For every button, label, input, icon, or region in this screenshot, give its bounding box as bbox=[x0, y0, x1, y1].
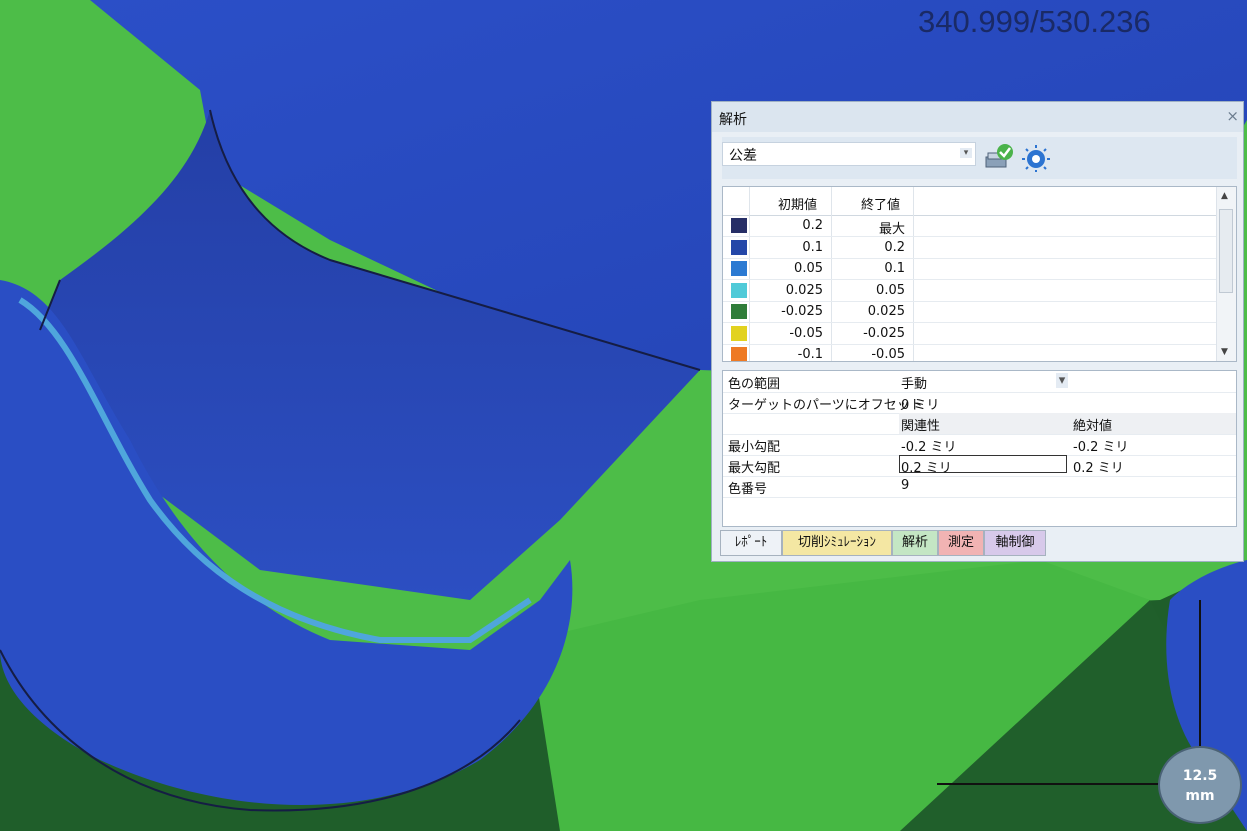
table-scrollbar[interactable]: ▲ ▼ bbox=[1216, 187, 1236, 361]
start-value: -0.025 bbox=[781, 304, 823, 319]
table-row[interactable]: 0.05 0.1 bbox=[723, 258, 1217, 280]
end-value: 0.2 bbox=[884, 239, 905, 255]
col-header-end[interactable]: 終了値 bbox=[861, 194, 900, 213]
chevron-down-icon[interactable]: ▾ bbox=[1056, 373, 1068, 388]
tab-1[interactable]: 切削ｼﾐｭﾚｰｼｮﾝ bbox=[782, 530, 892, 556]
start-value: 0.05 bbox=[794, 261, 823, 276]
prop-label: 色の範囲 bbox=[728, 377, 781, 392]
prop-offset[interactable]: ターゲットのパーツにオフセット 0 ミリ bbox=[723, 392, 1236, 414]
prop-max-gradient[interactable]: 最大勾配 0.2 ミリ 0.2 ミリ bbox=[723, 455, 1236, 477]
table-row[interactable]: -0.05 -0.025 bbox=[723, 323, 1217, 345]
abs-header: 絶対値 bbox=[1073, 419, 1113, 434]
analysis-type-select[interactable]: 公差 ▾ bbox=[722, 142, 976, 166]
max-abs-value: 0.2 ミリ bbox=[1073, 461, 1124, 476]
prop-color-count[interactable]: 色番号 9 bbox=[723, 476, 1236, 498]
max-rel-value[interactable]: 0.2 ミリ bbox=[901, 457, 952, 476]
color-swatch[interactable] bbox=[731, 304, 747, 319]
end-value: -0.05 bbox=[871, 347, 905, 362]
check-stack-icon[interactable] bbox=[984, 143, 1014, 171]
min-abs-value: -0.2 ミリ bbox=[1073, 440, 1129, 455]
table-row[interactable]: 0.025 0.05 bbox=[723, 280, 1217, 302]
scale-value: 12.5 bbox=[1182, 768, 1218, 784]
tab-2[interactable]: 解析 bbox=[892, 530, 938, 556]
rel-header: 関連性 bbox=[901, 419, 941, 434]
coordinate-readout: 340.999/530.236 bbox=[918, 4, 1151, 39]
scroll-up-icon[interactable]: ▲ bbox=[1221, 191, 1228, 201]
color-swatch[interactable] bbox=[731, 325, 747, 341]
chevron-down-icon[interactable]: ▾ bbox=[960, 148, 972, 158]
min-rel-field[interactable]: -0.2 ミリ bbox=[901, 436, 957, 455]
start-value: 0.2 bbox=[802, 218, 823, 233]
tab-3[interactable]: 測定 bbox=[938, 530, 984, 556]
prop-color-range[interactable]: 色の範囲 手動 ▾ bbox=[723, 371, 1236, 393]
end-value: 0.05 bbox=[876, 282, 905, 298]
start-value: 0.025 bbox=[785, 282, 823, 298]
start-value: -0.1 bbox=[797, 347, 823, 362]
col-header-start[interactable]: 初期値 bbox=[778, 194, 817, 213]
scale-unit: mm bbox=[1185, 788, 1215, 804]
scale-bar-vertical bbox=[1199, 600, 1201, 760]
start-value: 0.1 bbox=[802, 239, 823, 255]
end-value: 最大 bbox=[878, 222, 905, 237]
color-swatch[interactable] bbox=[731, 347, 747, 361]
end-value: 0.025 bbox=[867, 304, 905, 319]
offset-field[interactable]: 0 ミリ bbox=[901, 394, 939, 413]
color-count-field[interactable]: 9 bbox=[901, 478, 909, 493]
scale-badge: 12.5 mm bbox=[1158, 746, 1242, 824]
tab-0[interactable]: ﾚﾎﾟｰﾄ bbox=[720, 530, 782, 556]
prop-label: ターゲットのパーツにオフセット bbox=[728, 398, 923, 413]
dial-gauge-icon[interactable] bbox=[1021, 144, 1051, 172]
table-row[interactable]: -0.1 -0.05 bbox=[723, 344, 1217, 362]
scroll-thumb[interactable] bbox=[1219, 209, 1233, 293]
panel-title: 解析 bbox=[719, 112, 747, 128]
tab-4[interactable]: 軸制御 bbox=[984, 530, 1046, 556]
prop-label: 色番号 bbox=[728, 482, 768, 497]
color-swatch[interactable] bbox=[731, 218, 747, 233]
end-value: -0.025 bbox=[863, 325, 905, 341]
table-header: 初期値 終了値 bbox=[723, 187, 1217, 216]
scale-bar bbox=[937, 783, 1169, 785]
prop-label: 最大勾配 bbox=[728, 461, 781, 476]
table-row[interactable]: 0.1 0.2 bbox=[723, 237, 1217, 259]
analysis-type-value: 公差 bbox=[729, 148, 757, 164]
analysis-panel: 解析 × 公差 ▾ 初期値 終了値 0.2 最大 0.1 0.2 0.05 0.1 0.02… bbox=[711, 101, 1244, 562]
color-swatch[interactable] bbox=[731, 282, 747, 298]
close-icon[interactable]: × bbox=[1226, 107, 1239, 125]
color-swatch[interactable] bbox=[731, 239, 747, 255]
end-value: 0.1 bbox=[884, 261, 905, 276]
table-row[interactable]: -0.025 0.025 bbox=[723, 301, 1217, 323]
start-value: -0.05 bbox=[789, 325, 823, 341]
properties-grid: 色の範囲 手動 ▾ ターゲットのパーツにオフセット 0 ミリ 関連性 絶対値 最… bbox=[722, 370, 1237, 527]
prop-min-gradient[interactable]: 最小勾配 -0.2 ミリ -0.2 ミリ bbox=[723, 434, 1236, 456]
prop-subheader: 関連性 絶対値 bbox=[723, 413, 1236, 435]
color-swatch[interactable] bbox=[731, 261, 747, 276]
table-row[interactable]: 0.2 最大 bbox=[723, 215, 1217, 237]
tolerance-table: 初期値 終了値 0.2 最大 0.1 0.2 0.05 0.1 0.025 0.05 -0.02… bbox=[722, 186, 1237, 362]
color-range-select[interactable]: 手動 bbox=[901, 373, 927, 392]
panel-titlebar[interactable]: 解析 × bbox=[712, 102, 1243, 132]
prop-label: 最小勾配 bbox=[728, 440, 781, 455]
scroll-down-icon[interactable]: ▼ bbox=[1221, 347, 1228, 357]
